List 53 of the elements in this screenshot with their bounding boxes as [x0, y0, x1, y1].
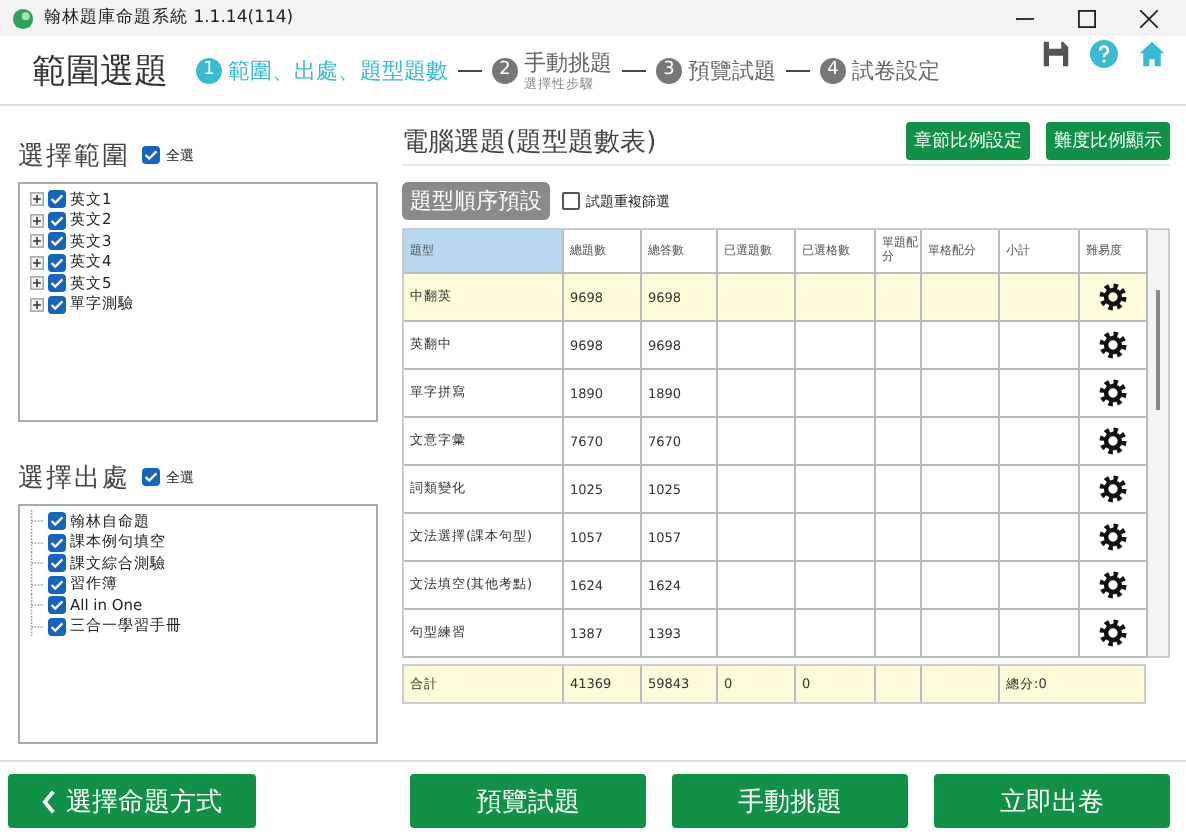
section-title: 選擇範圍	[18, 139, 130, 174]
expand-icon[interactable]	[30, 255, 44, 270]
chevron-left-icon	[42, 789, 56, 814]
maximize-icon[interactable]	[1078, 9, 1096, 28]
checkbox[interactable]	[48, 512, 66, 531]
checkbox[interactable]	[142, 468, 160, 487]
gear-icon[interactable]	[1098, 570, 1128, 601]
step-number: 3	[656, 57, 682, 84]
window-title: 翰林題庫命題系統 1.1.14(114)	[44, 6, 296, 31]
expand-icon[interactable]	[30, 276, 44, 291]
checkbox[interactable]	[48, 533, 66, 552]
checkbox[interactable]	[48, 596, 66, 615]
step-number: 2	[492, 57, 518, 84]
save-icon[interactable]	[1042, 40, 1070, 69]
gear-icon[interactable]	[1098, 378, 1128, 409]
expand-icon[interactable]	[30, 192, 44, 207]
gear-icon[interactable]	[1098, 330, 1128, 361]
checkbox[interactable]	[48, 253, 66, 272]
setting-button[interactable]: 難度比例顯示	[1046, 122, 1170, 161]
section-title: 電腦選題(題型題數表)	[402, 125, 659, 160]
setting-button[interactable]: 章節比例設定	[906, 122, 1030, 161]
checkbox[interactable]	[48, 295, 66, 314]
step-label: 範圍、出處、題型題數	[228, 59, 448, 82]
gear-icon[interactable]	[1098, 522, 1128, 553]
action-button[interactable]: 手動挑題	[672, 774, 908, 829]
gear-icon[interactable]	[1098, 282, 1128, 313]
gear-icon[interactable]	[1098, 474, 1128, 505]
checkbox[interactable]	[48, 554, 66, 573]
expand-icon[interactable]	[30, 234, 44, 249]
checkbox[interactable]	[48, 274, 66, 293]
expand-icon[interactable]	[30, 297, 44, 312]
gear-icon[interactable]	[1098, 618, 1128, 649]
checkbox[interactable]	[48, 190, 66, 209]
checkbox[interactable]	[48, 575, 66, 594]
action-button[interactable]: 預覽試題	[410, 774, 646, 829]
close-icon[interactable]	[1140, 9, 1158, 28]
expand-icon[interactable]	[30, 213, 44, 228]
checkbox[interactable]	[142, 146, 160, 165]
step-label: 試卷設定	[852, 59, 940, 82]
checkbox[interactable]	[562, 192, 580, 211]
checkbox[interactable]	[48, 232, 66, 251]
step-number: 4	[820, 57, 846, 84]
app-logo-icon	[12, 7, 34, 30]
step-label: 預覽試題	[688, 59, 776, 82]
back-button[interactable]: 選擇命題方式	[8, 774, 256, 829]
action-button[interactable]: 立即出卷	[934, 774, 1170, 829]
step-label: 手動挑題	[524, 51, 612, 74]
section-title: 選擇出處	[18, 461, 130, 496]
checkbox[interactable]	[48, 617, 66, 636]
gear-icon[interactable]	[1098, 426, 1128, 457]
step-number: 1	[196, 57, 222, 84]
checkbox[interactable]	[48, 211, 66, 230]
page-title: 範圍選題	[32, 49, 168, 94]
